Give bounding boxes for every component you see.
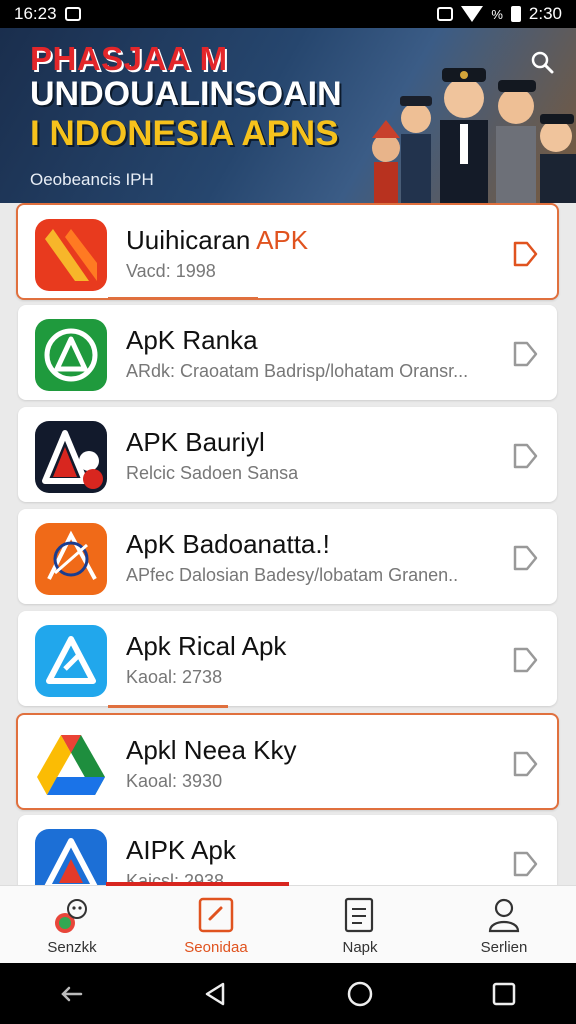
edit-icon	[198, 897, 234, 933]
chevron-right-icon[interactable]	[511, 645, 539, 675]
user-icon	[488, 898, 520, 933]
nav-item-serlien[interactable]: Serlien	[432, 886, 576, 964]
chevron-right-icon[interactable]	[511, 441, 539, 471]
list-item[interactable]: Uuihicaran APK Vacd: 1998	[16, 203, 559, 300]
signal-percent: %	[491, 6, 503, 22]
app-name: Apk Rical Apk	[126, 631, 287, 661]
card-accent-line	[108, 705, 228, 708]
status-clock: 2:30	[528, 4, 562, 23]
chevron-right-icon[interactable]	[511, 239, 539, 269]
document-icon	[344, 897, 374, 933]
banner-title-line2: UNDOUALINSOAIN	[30, 75, 342, 113]
chevron-right-icon[interactable]	[511, 749, 539, 779]
blue-red-triangle-icon	[35, 829, 107, 885]
nav-label: Seonidaa	[184, 939, 248, 956]
orange-compass-icon	[35, 523, 107, 595]
app-name: ApK Badoanatta.!	[126, 529, 330, 559]
banner-title-line1: PHASJAA M	[30, 40, 228, 77]
orange-fold-icon	[35, 219, 107, 291]
nav-item-napk[interactable]: Napk	[288, 886, 432, 964]
app-subtitle: Vacd: 1998	[126, 261, 216, 281]
list-item[interactable]: Apkl Neea Kky Kaoal: 3930	[16, 713, 559, 810]
app-name: Apkl Neea Kky	[126, 735, 297, 765]
alarm-icon	[437, 7, 454, 21]
search-icon[interactable]	[530, 50, 554, 74]
app-name: ApK Ranka	[126, 325, 258, 355]
nav-label: Senzkk	[47, 939, 97, 956]
list-item[interactable]: ApK Ranka ARdk: Craoatam Badrisp/lohatam…	[18, 305, 557, 400]
app-name: APK Bauriyl	[126, 427, 265, 457]
chevron-right-icon[interactable]	[511, 339, 539, 369]
banner-subtitle: Oeobeancis IPH	[30, 170, 154, 189]
robot-icon	[55, 899, 87, 933]
list-item[interactable]: ApK Badoanatta.! APfec Dalosian Badesy/l…	[18, 509, 557, 604]
home-circle-icon[interactable]	[345, 979, 375, 1009]
system-navigation-bar	[0, 963, 576, 1024]
list-item[interactable]: APK Bauriyl Relcic Sadoen Sansa	[18, 407, 557, 502]
nav-label: Serlien	[480, 939, 528, 956]
chevron-right-icon[interactable]	[511, 849, 539, 879]
back-triangle-icon[interactable]	[201, 979, 231, 1009]
blue-triangle-icon	[35, 625, 107, 697]
battery-icon	[510, 6, 521, 22]
chevron-right-icon[interactable]	[511, 543, 539, 573]
nav-item-senzkk[interactable]: Senzkk	[0, 886, 144, 964]
app-subtitle: APfec Dalosian Badesy/lobatam Granen..	[126, 565, 459, 585]
status-time: 16:23	[14, 4, 57, 23]
green-triangle-icon	[35, 319, 107, 391]
app-subtitle: ARdk: Craoatam Badrisp/lohatam Oransr...	[126, 361, 469, 381]
red-triangle-icon	[35, 421, 107, 493]
recents-square-icon[interactable]	[489, 979, 519, 1009]
banner-title-line3: I NDONESIA APNS	[30, 114, 339, 153]
app-subtitle: Kaoal: 2738	[126, 667, 223, 687]
drive-triangle-icon	[35, 729, 107, 801]
apk-list[interactable]: Uuihicaran APK Vacd: 1998 ApK Ranka ARdk…	[0, 203, 576, 885]
app-name: AIPK Apk	[126, 835, 236, 865]
app-name: Uuihicaran APK	[126, 225, 309, 255]
wifi-icon	[461, 6, 484, 22]
status-bar: 16:23 % 2:30	[0, 0, 576, 28]
bottom-navigation: Senzkk Seonidaa Napk Serlien	[0, 882, 576, 964]
app-subtitle: Relcic Sadoen Sansa	[126, 463, 299, 483]
list-item[interactable]: Apk Rical Apk Kaoal: 2738	[18, 611, 557, 708]
nav-item-seonidaa[interactable]: Seonidaa	[144, 886, 288, 964]
app-subtitle: Kaoal: 3930	[126, 771, 223, 791]
nav-label: Napk	[342, 939, 378, 956]
back-arrow-icon[interactable]	[57, 979, 87, 1009]
list-item[interactable]: AIPK Apk Kaicsl: 2938	[18, 815, 557, 885]
header-banner[interactable]: PHASJAA M UNDOUALINSOAIN I NDONESIA APNS…	[0, 28, 576, 203]
image-notification-icon	[64, 7, 81, 21]
card-accent-line	[108, 297, 258, 300]
